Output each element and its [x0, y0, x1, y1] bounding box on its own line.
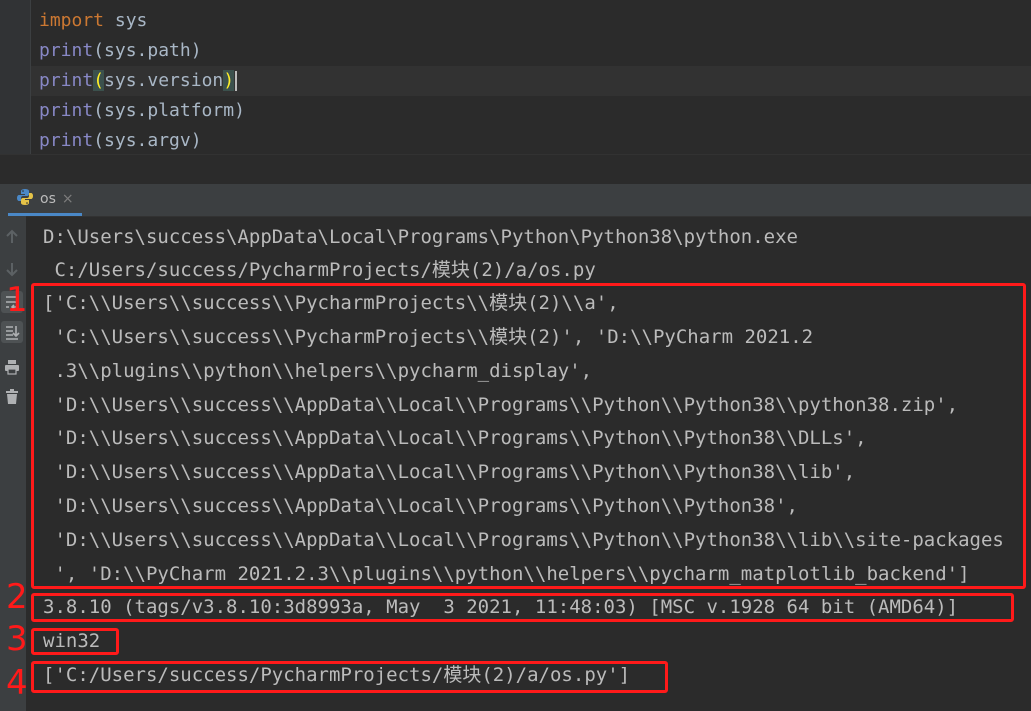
builtin-function: print	[39, 70, 94, 91]
keyword: import	[39, 10, 105, 31]
matched-paren: (	[93, 70, 105, 91]
code-text: (sys.path)	[93, 40, 202, 61]
code-line[interactable]: print(sys.path)	[39, 36, 202, 66]
code-text: (sys.platform)	[93, 100, 245, 121]
trash-icon[interactable]	[1, 386, 23, 408]
console-line: D:\Users\success\AppData\Local\Programs\…	[43, 226, 798, 248]
scroll-to-end-icon[interactable]	[1, 321, 23, 343]
highlight-box-2	[31, 593, 1014, 622]
text-caret	[235, 71, 238, 91]
close-icon[interactable]: ×	[62, 191, 74, 207]
print-icon[interactable]	[1, 356, 23, 378]
matched-paren: )	[223, 70, 235, 91]
highlight-box-4	[31, 661, 668, 693]
code-text: (sys.argv)	[93, 130, 202, 151]
code-text: sys.version	[104, 70, 224, 91]
run-tab-label: os	[40, 190, 56, 207]
code-line[interactable]: print(sys.platform)	[39, 96, 245, 126]
panel-splitter[interactable]	[0, 154, 1031, 185]
code-line[interactable]: import sys	[39, 6, 147, 36]
down-arrow-icon[interactable]	[1, 258, 23, 280]
code-line-current[interactable]: print(sys.version)	[31, 66, 1031, 96]
editor-gutter	[0, 0, 31, 154]
code-line[interactable]: print(sys.argv)	[39, 126, 202, 156]
python-icon	[16, 188, 34, 210]
annotation-number-4: 4	[6, 663, 28, 703]
builtin-function: print	[39, 100, 94, 121]
builtin-function: print	[39, 130, 94, 151]
highlight-box-1	[31, 283, 1026, 589]
annotation-number-3: 3	[6, 619, 28, 659]
code-editor[interactable]: import sys print(sys.path) print(sys.ver…	[0, 0, 1031, 154]
run-tool-window-header: os ×	[0, 184, 1031, 217]
builtin-function: print	[39, 40, 94, 61]
console-line: C:/Users/success/PycharmProjects/模块(2)/a…	[43, 259, 596, 281]
code-text: sys	[104, 10, 148, 31]
annotation-number-1: 1	[6, 280, 28, 320]
up-arrow-icon[interactable]	[1, 226, 23, 248]
highlight-box-3	[31, 628, 119, 655]
annotation-number-2: 2	[6, 577, 28, 617]
run-tab-os[interactable]: os ×	[8, 184, 82, 216]
